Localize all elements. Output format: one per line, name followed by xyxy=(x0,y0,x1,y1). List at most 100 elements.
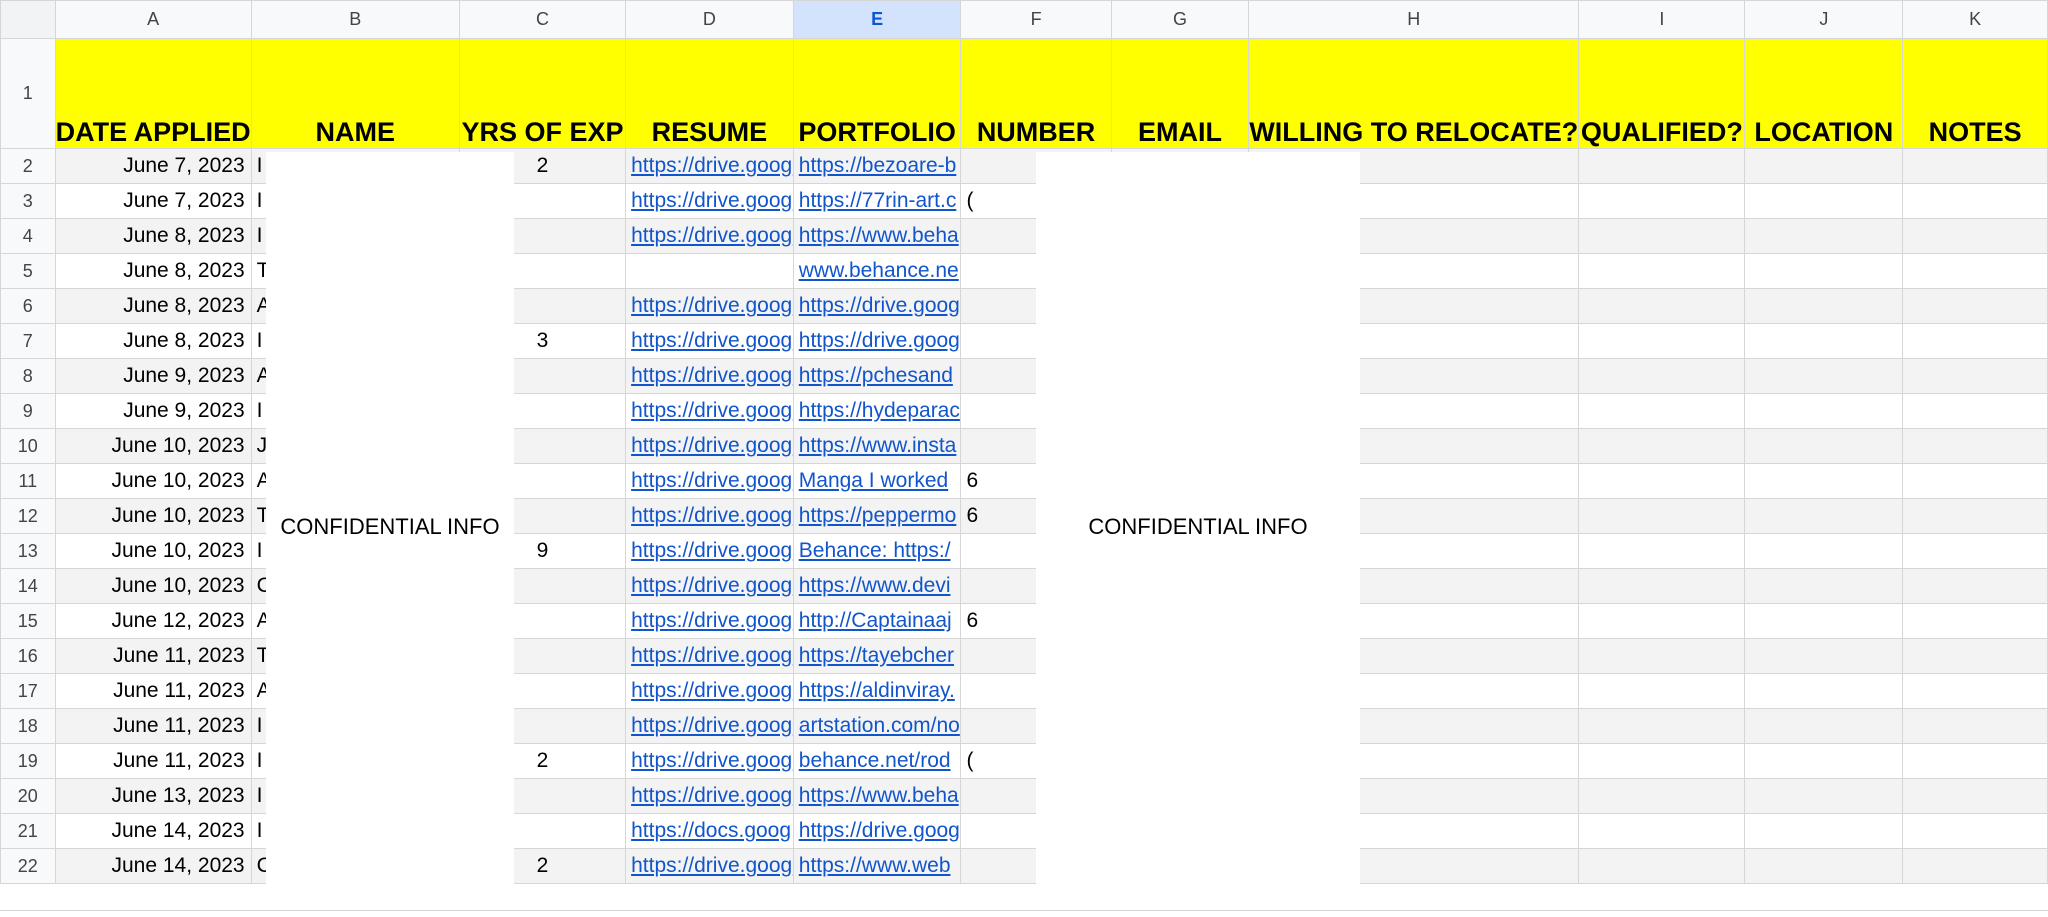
cell-date-applied[interactable]: June 11, 2023 xyxy=(54,638,252,674)
cell-date-applied[interactable]: June 14, 2023 xyxy=(54,848,252,884)
cell-resume-link[interactable]: https://drive.goog xyxy=(625,708,794,744)
header-number[interactable]: NUMBER xyxy=(960,38,1112,149)
header-yrs-of-exp[interactable]: YRS OF EXP xyxy=(458,38,627,149)
cell-portfolio-link[interactable]: https://bezoare-b xyxy=(792,148,962,184)
cell-date-applied[interactable]: June 7, 2023 xyxy=(54,148,252,184)
cell-resume-link[interactable]: https://drive.goog xyxy=(625,218,794,254)
row-header-1[interactable]: 1 xyxy=(0,38,56,149)
select-all-corner[interactable] xyxy=(0,0,56,39)
cell-notes[interactable] xyxy=(1902,498,2048,534)
cell-date-applied[interactable]: June 9, 2023 xyxy=(54,393,252,429)
cell-notes[interactable] xyxy=(1902,673,2048,709)
cell-resume-link[interactable]: https://drive.goog xyxy=(625,148,794,184)
cell-resume-link[interactable]: https://drive.goog xyxy=(625,428,794,464)
cell-qualified[interactable] xyxy=(1578,253,1746,289)
cell-notes[interactable] xyxy=(1902,183,2048,219)
cell-date-applied[interactable]: June 14, 2023 xyxy=(54,813,252,849)
header-date-applied[interactable]: DATE APPLIED xyxy=(54,38,252,149)
cell-location[interactable] xyxy=(1744,848,1904,884)
column-header-b[interactable]: B xyxy=(250,0,460,39)
row-header[interactable]: 12 xyxy=(0,498,56,534)
cell-notes[interactable] xyxy=(1902,253,2048,289)
cell-resume-link[interactable]: https://docs.goog xyxy=(625,813,794,849)
cell-qualified[interactable] xyxy=(1578,848,1746,884)
cell-date-applied[interactable]: June 7, 2023 xyxy=(54,183,252,219)
cell-portfolio-link[interactable]: https://peppermo xyxy=(792,498,962,534)
cell-notes[interactable] xyxy=(1902,778,2048,814)
cell-date-applied[interactable]: June 8, 2023 xyxy=(54,288,252,324)
header-willing-to-relocate[interactable]: WILLING TO RELOCATE? xyxy=(1248,38,1580,149)
cell-date-applied[interactable]: June 10, 2023 xyxy=(54,568,252,604)
column-header-g[interactable]: G xyxy=(1110,0,1250,39)
cell-location[interactable] xyxy=(1744,253,1904,289)
row-header[interactable]: 22 xyxy=(0,848,56,884)
cell-date-applied[interactable]: June 11, 2023 xyxy=(54,673,252,709)
cell-portfolio-link[interactable]: https://www.insta xyxy=(792,428,962,464)
cell-notes[interactable] xyxy=(1902,148,2048,184)
cell-qualified[interactable] xyxy=(1578,533,1746,569)
cell-date-applied[interactable]: June 12, 2023 xyxy=(54,603,252,639)
row-header[interactable]: 15 xyxy=(0,603,56,639)
column-header-k[interactable]: K xyxy=(1902,0,2048,39)
cell-resume-link[interactable]: https://drive.goog xyxy=(625,673,794,709)
header-notes[interactable]: NOTES xyxy=(1902,38,2048,149)
header-location[interactable]: LOCATION xyxy=(1744,38,1904,149)
cell-portfolio-link[interactable]: Behance: https:/ xyxy=(792,533,962,569)
cell-resume-link[interactable]: https://drive.goog xyxy=(625,603,794,639)
cell-resume-link[interactable]: https://drive.goog xyxy=(625,393,794,429)
cell-qualified[interactable] xyxy=(1578,743,1746,779)
cell-location[interactable] xyxy=(1744,778,1904,814)
cell-notes[interactable] xyxy=(1902,323,2048,359)
cell-portfolio-link[interactable]: www.behance.ne xyxy=(792,253,962,289)
row-header[interactable]: 10 xyxy=(0,428,56,464)
cell-date-applied[interactable]: June 8, 2023 xyxy=(54,323,252,359)
cell-resume-link[interactable]: https://drive.goog xyxy=(625,778,794,814)
cell-location[interactable] xyxy=(1744,638,1904,674)
cell-notes[interactable] xyxy=(1902,568,2048,604)
cell-resume-link[interactable]: https://drive.goog xyxy=(625,743,794,779)
cell-resume-link[interactable]: https://drive.goog xyxy=(625,358,794,394)
cell-notes[interactable] xyxy=(1902,218,2048,254)
row-header[interactable]: 16 xyxy=(0,638,56,674)
cell-notes[interactable] xyxy=(1902,358,2048,394)
cell-location[interactable] xyxy=(1744,813,1904,849)
cell-notes[interactable] xyxy=(1902,533,2048,569)
cell-resume-link[interactable]: https://drive.goog xyxy=(625,638,794,674)
row-header[interactable]: 9 xyxy=(0,393,56,429)
header-resume[interactable]: RESUME xyxy=(625,38,794,149)
cell-portfolio-link[interactable]: https://www.web xyxy=(792,848,962,884)
cell-qualified[interactable] xyxy=(1578,498,1746,534)
cell-notes[interactable] xyxy=(1902,638,2048,674)
cell-location[interactable] xyxy=(1744,358,1904,394)
cell-portfolio-link[interactable]: https://drive.goog xyxy=(792,323,962,359)
header-portfolio[interactable]: PORTFOLIO xyxy=(792,38,962,149)
cell-location[interactable] xyxy=(1744,183,1904,219)
row-header[interactable]: 14 xyxy=(0,568,56,604)
row-header[interactable]: 5 xyxy=(0,253,56,289)
cell-location[interactable] xyxy=(1744,148,1904,184)
cell-qualified[interactable] xyxy=(1578,323,1746,359)
cell-portfolio-link[interactable]: https://www.beha xyxy=(792,778,962,814)
cell-resume-link[interactable]: https://drive.goog xyxy=(625,463,794,499)
header-name[interactable]: NAME xyxy=(250,38,460,149)
row-header[interactable]: 20 xyxy=(0,778,56,814)
cell-notes[interactable] xyxy=(1902,393,2048,429)
cell-location[interactable] xyxy=(1744,533,1904,569)
cell-portfolio-link[interactable]: https://77rin-art.c xyxy=(792,183,962,219)
cell-notes[interactable] xyxy=(1902,603,2048,639)
cell-qualified[interactable] xyxy=(1578,393,1746,429)
cell-portfolio-link[interactable]: artstation.com/no xyxy=(792,708,962,744)
cell-date-applied[interactable]: June 10, 2023 xyxy=(54,463,252,499)
column-header-e-selected[interactable]: E xyxy=(792,0,962,39)
cell-location[interactable] xyxy=(1744,568,1904,604)
cell-notes[interactable] xyxy=(1902,428,2048,464)
cell-portfolio-link[interactable]: https://www.beha xyxy=(792,218,962,254)
cell-resume-link[interactable]: https://drive.goog xyxy=(625,848,794,884)
cell-location[interactable] xyxy=(1744,393,1904,429)
cell-date-applied[interactable]: June 11, 2023 xyxy=(54,708,252,744)
cell-portfolio-link[interactable]: https://drive.goog xyxy=(792,813,962,849)
row-header[interactable]: 18 xyxy=(0,708,56,744)
cell-portfolio-link[interactable]: https://pchesand xyxy=(792,358,962,394)
cell-location[interactable] xyxy=(1744,218,1904,254)
cell-qualified[interactable] xyxy=(1578,358,1746,394)
